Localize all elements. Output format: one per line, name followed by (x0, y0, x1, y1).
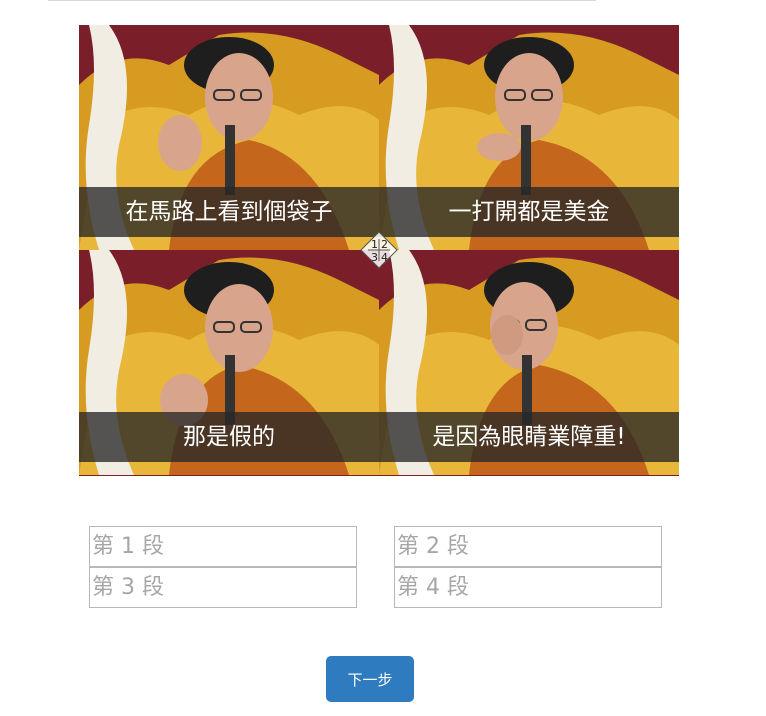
caption-2: 一打開都是美金 (379, 187, 679, 237)
segment-3-input[interactable] (89, 567, 357, 608)
meme-panel-2: 一打開都是美金 (379, 25, 679, 250)
meme-image: 在馬路上看到個袋子 一打開都是美金 那是假的 是因為眼睛業障重! 1 2 3 4 (79, 25, 679, 476)
caption-4: 是因為眼睛業障重! (379, 412, 679, 462)
meme-panel-1: 在馬路上看到個袋子 (79, 25, 379, 250)
marker-num-4: 4 (381, 251, 388, 264)
segment-1-input[interactable] (89, 526, 357, 567)
caption-3: 那是假的 (79, 412, 379, 462)
top-divider (48, 0, 596, 1)
segment-4-input[interactable] (394, 567, 662, 608)
diamond-icon (360, 231, 398, 269)
next-step-button[interactable]: 下一步 (326, 656, 414, 702)
marker-num-1: 1 (371, 238, 378, 251)
segment-2-input[interactable] (394, 526, 662, 567)
meme-panel-3: 那是假的 (79, 250, 379, 475)
marker-num-3: 3 (371, 251, 378, 264)
marker-num-2: 2 (381, 238, 388, 251)
caption-1: 在馬路上看到個袋子 (79, 187, 379, 237)
panel-order-marker: 1 2 3 4 (360, 231, 398, 269)
meme-panel-4: 是因為眼睛業障重! (379, 250, 679, 475)
